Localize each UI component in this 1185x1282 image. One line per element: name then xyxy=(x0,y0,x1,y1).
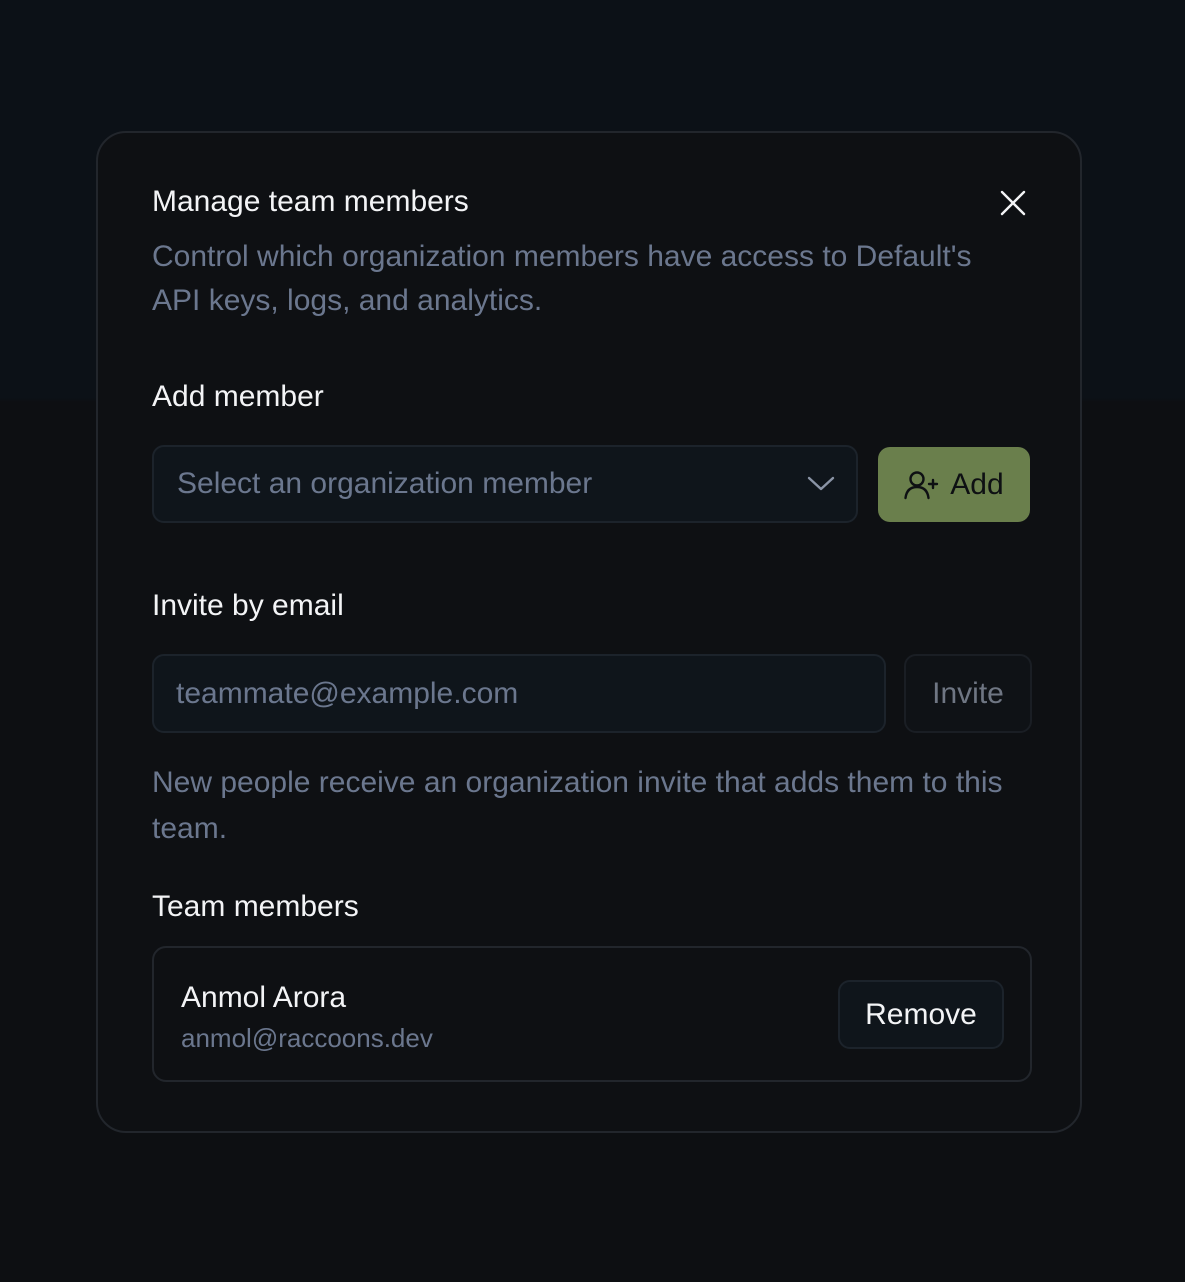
close-icon xyxy=(1000,190,1026,216)
organization-member-select[interactable]: Select an organization member xyxy=(152,445,858,523)
chevron-down-icon xyxy=(806,469,836,499)
invite-by-email-label: Invite by email xyxy=(152,589,344,622)
add-member-label: Add member xyxy=(152,380,324,413)
member-name: Anmol Arora xyxy=(181,981,347,1014)
member-email: anmol@raccoons.dev xyxy=(181,1023,433,1053)
dialog-description: Control which organization members have … xyxy=(152,240,972,317)
select-placeholder: Select an organization member xyxy=(177,467,593,500)
email-input[interactable] xyxy=(152,654,886,733)
add-member-button[interactable]: Add xyxy=(878,447,1030,522)
team-members-list: Anmol Arora anmol@raccoons.dev Remove xyxy=(152,946,1032,1082)
manage-team-members-dialog: Manage team members Control which organi… xyxy=(96,131,1082,1133)
dialog-title: Manage team members xyxy=(152,185,469,218)
invite-button[interactable]: Invite xyxy=(904,654,1032,733)
user-plus-icon xyxy=(904,470,939,499)
invite-hint: New people receive an organization invit… xyxy=(152,766,1003,845)
close-button[interactable] xyxy=(990,180,1036,226)
add-button-label: Add xyxy=(950,467,1004,501)
remove-member-button[interactable]: Remove xyxy=(838,980,1004,1049)
team-members-label: Team members xyxy=(152,890,359,923)
